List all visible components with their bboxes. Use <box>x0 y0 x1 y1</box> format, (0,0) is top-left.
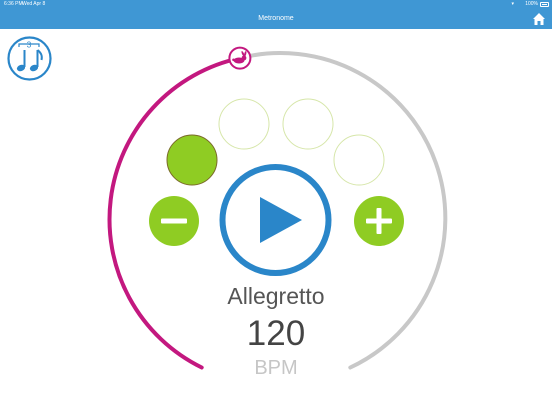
beat-indicator-3[interactable] <box>282 98 334 150</box>
beat-indicator-4[interactable] <box>333 134 385 186</box>
tempo-slider-handle[interactable] <box>228 46 252 70</box>
decrease-tempo-button[interactable] <box>149 196 199 246</box>
play-button[interactable] <box>219 164 332 276</box>
bpm-value[interactable]: 120 <box>176 314 376 354</box>
minus-icon <box>161 218 187 224</box>
beat-indicator-2[interactable] <box>218 98 270 150</box>
beat-indicator-1[interactable] <box>166 134 218 186</box>
bpm-unit: BPM <box>254 357 298 379</box>
tempo-marking: Allegretto <box>227 283 325 309</box>
increase-tempo-button[interactable] <box>354 196 404 246</box>
